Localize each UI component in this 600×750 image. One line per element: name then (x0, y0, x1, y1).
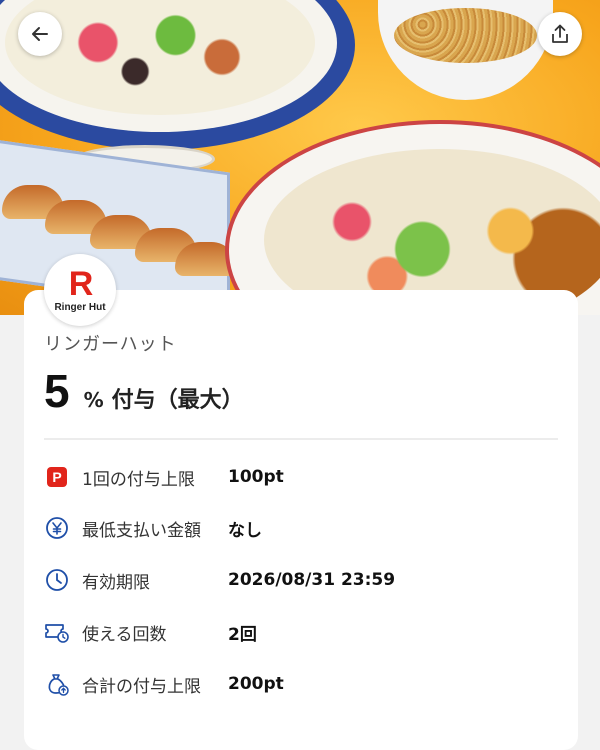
detail-row-total-limit: 合計の付与上限 200pt (44, 669, 564, 699)
detail-label: 有効期限 (82, 572, 150, 593)
yen-icon (44, 515, 70, 541)
store-logo-text: Ringer Hut (54, 302, 106, 313)
detail-row-min-payment: 最低支払い金額 なし (44, 513, 564, 543)
svg-text:P: P (52, 469, 61, 485)
share-button[interactable] (538, 12, 582, 56)
detail-label: 最低支払い金額 (82, 520, 201, 541)
reward-rate-text: 付与（最大） (111, 388, 244, 413)
sara-udon-plate-image (225, 120, 600, 315)
detail-value: 2026/08/31 23:59 (228, 570, 396, 590)
ticket-icon (44, 619, 70, 645)
back-button[interactable] (18, 12, 62, 56)
detail-value: 100pt (228, 467, 284, 487)
detail-row-grant-limit: P 1回の付与上限 100pt (44, 462, 564, 492)
reward-rate: 5 % 付与（最大） (44, 366, 244, 416)
reward-rate-unit: % (83, 388, 104, 412)
detail-label: 合計の付与上限 (82, 676, 201, 697)
store-logo: R Ringer Hut (44, 254, 116, 326)
detail-value: なし (228, 520, 262, 541)
money-bag-icon (44, 671, 70, 697)
detail-row-usage-count: 使える回数 2回 (44, 617, 564, 647)
paypay-icon: P (44, 464, 70, 490)
divider (44, 438, 558, 440)
arrow-left-icon (32, 27, 48, 41)
detail-value: 200pt (228, 674, 284, 694)
detail-row-expiry: 有効期限 2026/08/31 23:59 (44, 565, 564, 595)
fried-rice-bowl-image (378, 0, 553, 100)
store-name: リンガーハット (44, 334, 177, 355)
detail-label: 使える回数 (82, 624, 167, 645)
reward-rate-value: 5 (44, 365, 70, 417)
clock-icon (44, 567, 70, 593)
detail-label: 1回の付与上限 (82, 469, 195, 490)
store-logo-mark: R (68, 265, 94, 303)
detail-value: 2回 (228, 624, 257, 645)
share-upload-icon (552, 24, 568, 43)
